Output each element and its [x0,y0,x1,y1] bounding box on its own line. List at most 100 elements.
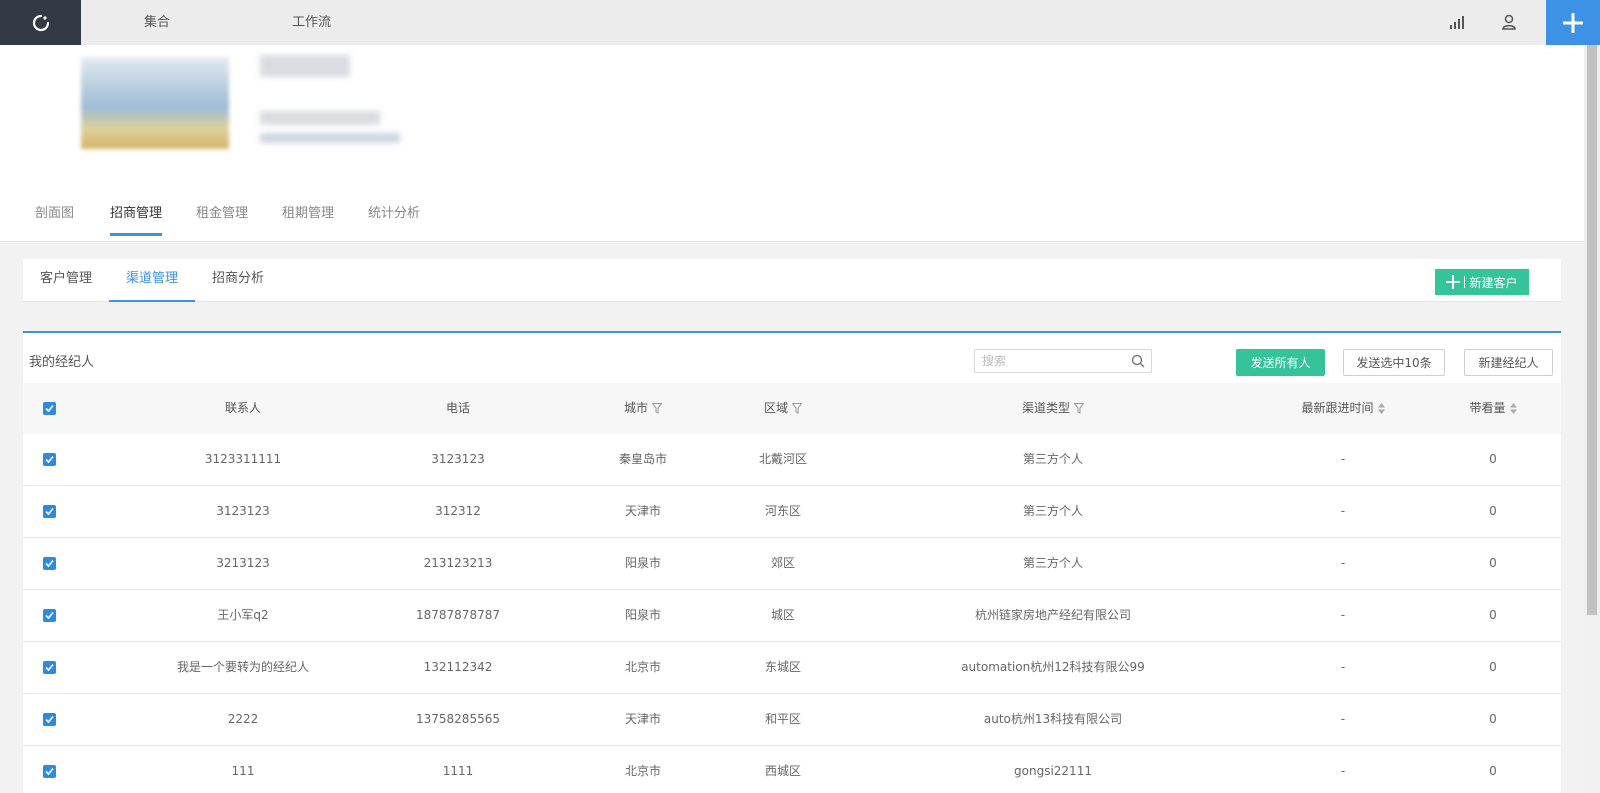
cell-channel: 第三方个人 [1022,452,1083,466]
table-row[interactable]: 111 1111 北京市 西城区 gongsi22111-0 [23,746,1561,793]
header-latest: 最新跟进时间 [1301,401,1374,415]
row-checkbox[interactable] [43,765,56,778]
cell-channel: 第三方个人 [1022,556,1083,570]
cell-contact: 我是一个要转为的经纪人 [176,660,309,674]
nav-workflow[interactable]: 工作流 [292,0,331,45]
cell-contact: 3123311111 [204,452,282,466]
row-checkbox[interactable] [43,661,56,674]
scrollbar-thumb[interactable] [1587,45,1597,615]
check-icon [45,455,54,464]
cell-latest: - [1340,452,1346,466]
header-phone[interactable]: 电话 [393,383,523,434]
tab-section-view[interactable]: 剖面图 [35,195,74,242]
cell-latest: - [1340,504,1346,518]
header-channel-cell[interactable]: 渠道类型 [903,383,1203,434]
cell-latest: - [1340,712,1346,726]
cell-visits: 0 [1489,660,1497,674]
cell-phone: 13758285565 [416,712,500,726]
table-row[interactable]: 我是一个要转为的经纪人 132112342 北京市 东城区 automation杭州12… [23,642,1561,694]
sort-icon[interactable] [1377,403,1385,414]
sort-icon[interactable] [1509,403,1517,414]
cell-channel: 第三方个人 [1022,504,1083,518]
add-button[interactable] [1546,0,1600,45]
chart-icon[interactable] [1448,13,1466,31]
cell-city: 阳泉市 [624,556,661,570]
tab-statistics[interactable]: 统计分析 [368,195,420,242]
vertical-scrollbar[interactable] [1584,45,1600,793]
tab-rent-management[interactable]: 租金管理 [196,195,248,242]
header-latest-cell[interactable]: 最新跟进时间 [1243,383,1443,434]
search-icon[interactable] [1131,354,1145,368]
refresh-icon [32,14,49,31]
table-row[interactable]: 3123311111 3123123 秦皇岛市 北戴河区 第三方个人 - 0 [23,434,1561,486]
search-input[interactable] [975,350,1125,372]
cell-phone: 312312 [435,504,481,518]
cell-phone: 18787878787 [416,608,500,622]
cell-city: 阳泉市 [624,608,661,622]
filter-icon[interactable] [792,403,802,414]
cell-phone: 3123123 [431,452,485,466]
cell-district: 东城区 [764,660,801,674]
cell-city: 秦皇岛市 [618,452,667,466]
row-checkbox[interactable] [43,713,56,726]
cell-channel: automation杭州12科技有限公99 [961,660,1145,674]
row-checkbox[interactable] [43,557,56,570]
table-row[interactable]: 2222 13758285565 天津市 和平区 auto杭州13科技有限公司 - 0 [23,694,1561,746]
header-city-cell[interactable]: 城市 [583,383,703,434]
tab-leasing-analysis[interactable]: 招商分析 [195,259,281,302]
tab-leasing-management[interactable]: 招商管理 [110,195,163,242]
tab-customer-management[interactable]: 客户管理 [23,259,109,302]
project-photo [81,57,229,149]
new-customer-label: 新建客户 [1469,275,1518,290]
cell-visits: 0 [1489,608,1497,622]
new-customer-button[interactable]: 新建客户 [1435,269,1529,295]
table-row[interactable]: 3123123 312312 天津市 河东区 第三方个人 - 0 [23,486,1561,538]
check-icon [45,715,54,724]
cell-contact: 3213123 [216,556,270,570]
cell-phone: 132112342 [423,660,493,674]
send-selected-button[interactable]: 发送选中10条 [1343,349,1445,376]
blurred-info-line [260,133,400,143]
table-row[interactable]: 3213123 213123213 阳泉市 郊区 第三方个人 - 0 [23,538,1561,590]
header-district-cell[interactable]: 区域 [723,383,843,434]
cell-district: 城区 [770,608,795,622]
row-checkbox[interactable] [43,505,56,518]
cell-contact: 111 [231,764,255,778]
cell-district: 河东区 [764,504,801,518]
cell-phone: 1111 [442,764,474,778]
row-checkbox[interactable] [43,609,56,622]
table-row[interactable]: 王小军q2 18787878787 阳泉市 城区 杭州链家房地产经纪有限公司 - 0 [23,590,1561,642]
tab-channel-management[interactable]: 渠道管理 [109,259,195,302]
header-visits-cell[interactable]: 带看量 [1433,383,1553,434]
blurred-info-line [260,111,380,125]
sub-tabs-bar: 客户管理 渠道管理 招商分析 新建客户 [23,259,1561,302]
cell-channel: 杭州链家房地产经纪有限公司 [974,608,1131,622]
home-logo[interactable] [0,0,81,45]
send-all-button[interactable]: 发送所有人 [1236,349,1325,376]
user-icon[interactable] [1500,13,1518,31]
plus-icon [1563,12,1583,33]
header-visits: 带看量 [1469,401,1506,415]
header-district: 区域 [763,401,788,415]
tab-lease-term-management[interactable]: 租期管理 [282,195,334,242]
row-checkbox[interactable] [43,453,56,466]
plus-icon [1446,275,1461,289]
filter-icon[interactable] [652,403,662,414]
cell-city: 天津市 [624,504,661,518]
header-contact[interactable]: 联系人 [143,383,343,434]
check-icon [45,559,54,568]
cell-contact: 王小军q2 [217,608,269,622]
new-agent-button[interactable]: 新建经纪人 [1464,349,1553,376]
cell-latest: - [1340,764,1346,778]
cell-contact: 2222 [227,712,259,726]
divider [1464,276,1466,288]
select-all-checkbox[interactable] [43,402,56,415]
top-bar: 集合 工作流 [0,0,1600,45]
cell-visits: 0 [1489,712,1497,726]
cell-latest: - [1340,660,1346,674]
agents-card: 我的经纪人 发送所有人 发送选中10条 新建经纪人 联系人 电话 城市 区域 渠… [23,331,1561,793]
nav-collection[interactable]: 集合 [144,0,170,45]
filter-icon[interactable] [1074,403,1084,414]
cell-visits: 0 [1489,504,1497,518]
cell-latest: - [1340,608,1346,622]
